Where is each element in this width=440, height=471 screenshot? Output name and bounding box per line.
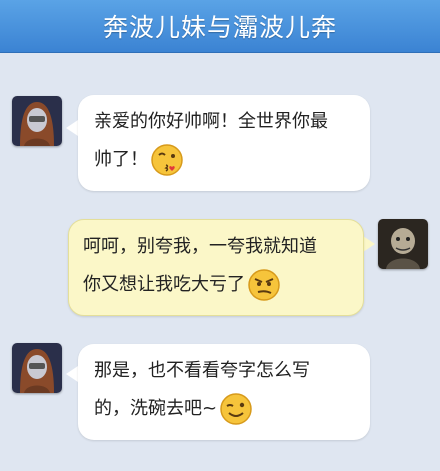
message-bubble: 那是，也不看看夸字怎么写 的，洗碗去吧~: [78, 344, 370, 440]
female-avatar[interactable]: [12, 96, 62, 146]
message-text-line2: 你又想让我吃大亏了: [83, 266, 353, 304]
message-text: 那是，也不看看夸字怎么写: [94, 360, 310, 381]
male-avatar[interactable]: [378, 219, 428, 269]
message-bubble: 亲爱的你好帅啊！全世界你最 帅了！: [78, 95, 370, 191]
message-text-line2: 帅了！: [94, 141, 358, 179]
message-text: 的，洗碗去吧~: [94, 398, 218, 419]
chat-header: 奔波儿妹与灞波儿奔: [0, 0, 440, 53]
message-text: 你又想让我吃大亏了: [83, 274, 245, 295]
message-text: 呵呵，别夸我，一夸我就知道: [83, 236, 317, 257]
chat-title: 奔波儿妹与灞波儿奔: [102, 13, 337, 42]
message-bubble: 呵呵，别夸我，一夸我就知道 你又想让我吃大亏了: [68, 219, 364, 316]
female-avatar[interactable]: [12, 343, 62, 393]
message-text-line2: 的，洗碗去吧~: [94, 390, 358, 428]
wink-emoji-icon: [220, 393, 252, 425]
kiss-wink-emoji-icon: [151, 144, 183, 176]
message-text: 帅了！: [94, 149, 148, 170]
message-text: 亲爱的你好帅啊！全世界你最: [94, 111, 328, 132]
smirk-emoji-icon: [248, 269, 280, 301]
